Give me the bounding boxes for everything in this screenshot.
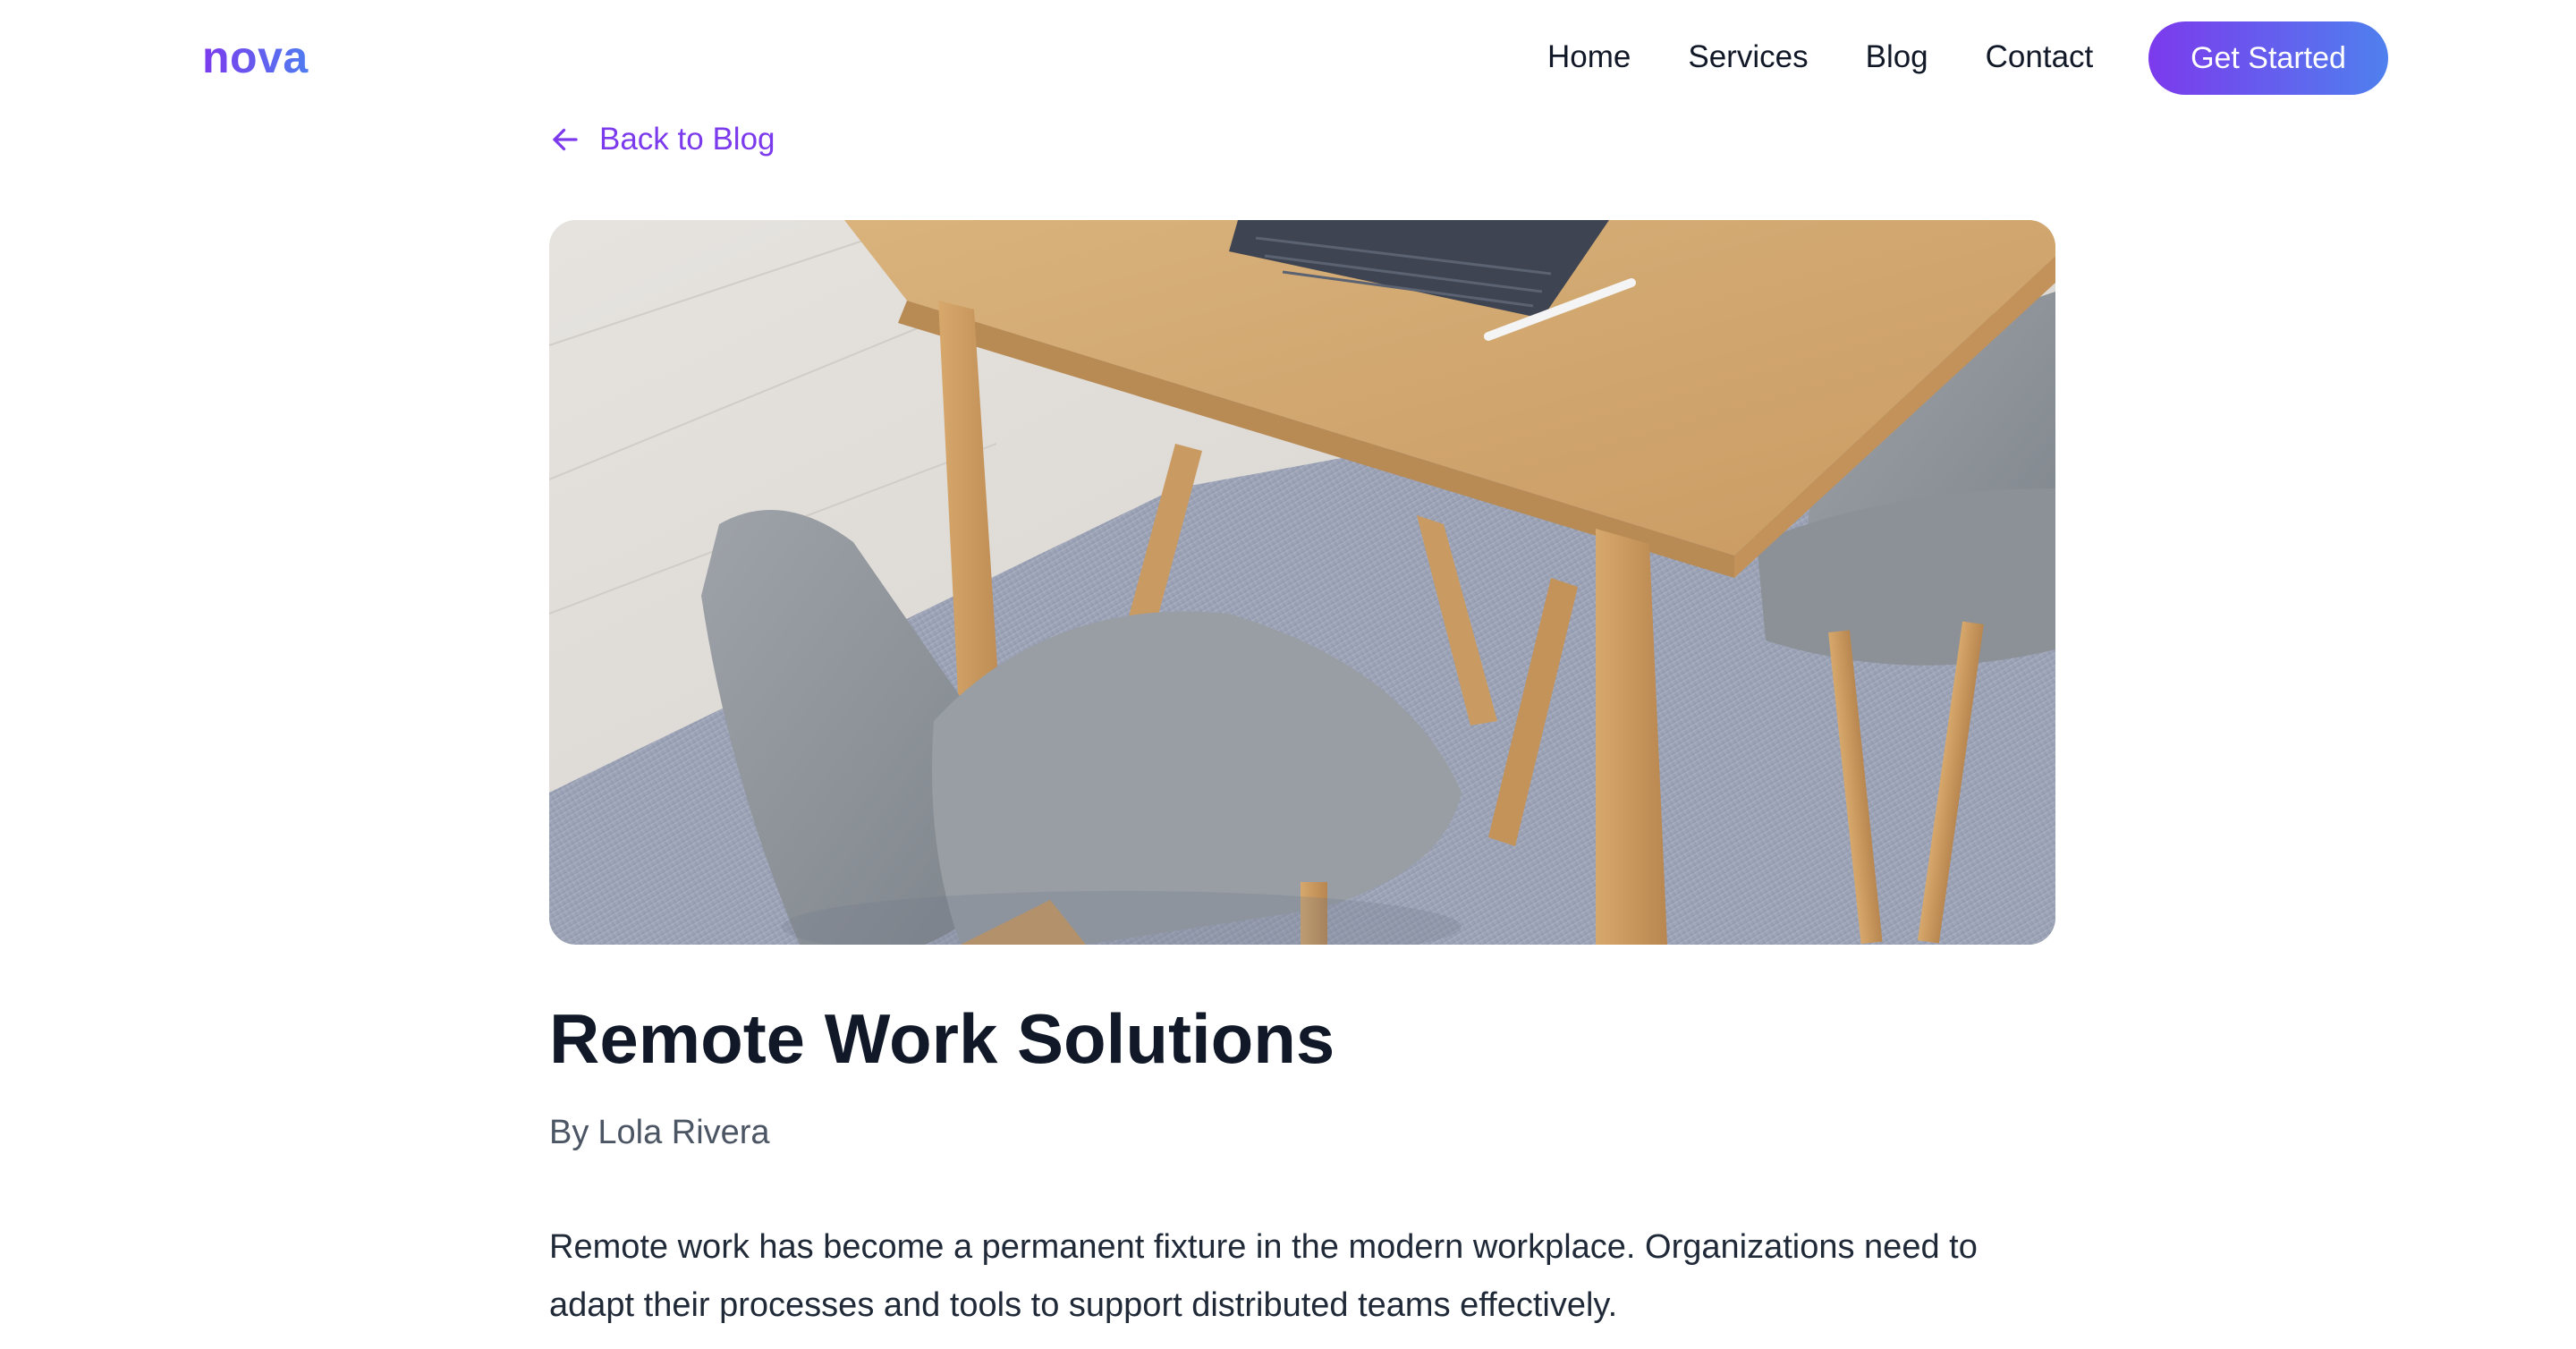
hero-image — [549, 220, 2055, 945]
back-to-blog-label: Back to Blog — [599, 122, 775, 157]
main-nav: Home Services Blog Contact — [1547, 36, 2093, 79]
byline-prefix: By — [549, 1114, 589, 1151]
site-header: nova Home Services Blog Contact Get Star… — [0, 0, 2576, 116]
author-name: Lola Rivera — [597, 1114, 770, 1151]
article-body: Remote work has become a permanent fixtu… — [549, 1228, 1978, 1324]
nav-link-home[interactable]: Home — [1547, 36, 1631, 79]
nav-link-services[interactable]: Services — [1688, 36, 1808, 79]
nav-link-blog[interactable]: Blog — [1866, 36, 1928, 79]
article-title: Remote Work Solutions — [549, 999, 1335, 1078]
nav-link-contact[interactable]: Contact — [1986, 36, 2094, 79]
byline: By Lola Rivera — [549, 1109, 770, 1156]
get-started-button[interactable]: Get Started — [2148, 21, 2388, 95]
arrow-left-icon — [553, 128, 578, 151]
back-to-blog-link[interactable]: Back to Blog — [549, 120, 775, 159]
logo[interactable]: nova — [202, 27, 309, 88]
